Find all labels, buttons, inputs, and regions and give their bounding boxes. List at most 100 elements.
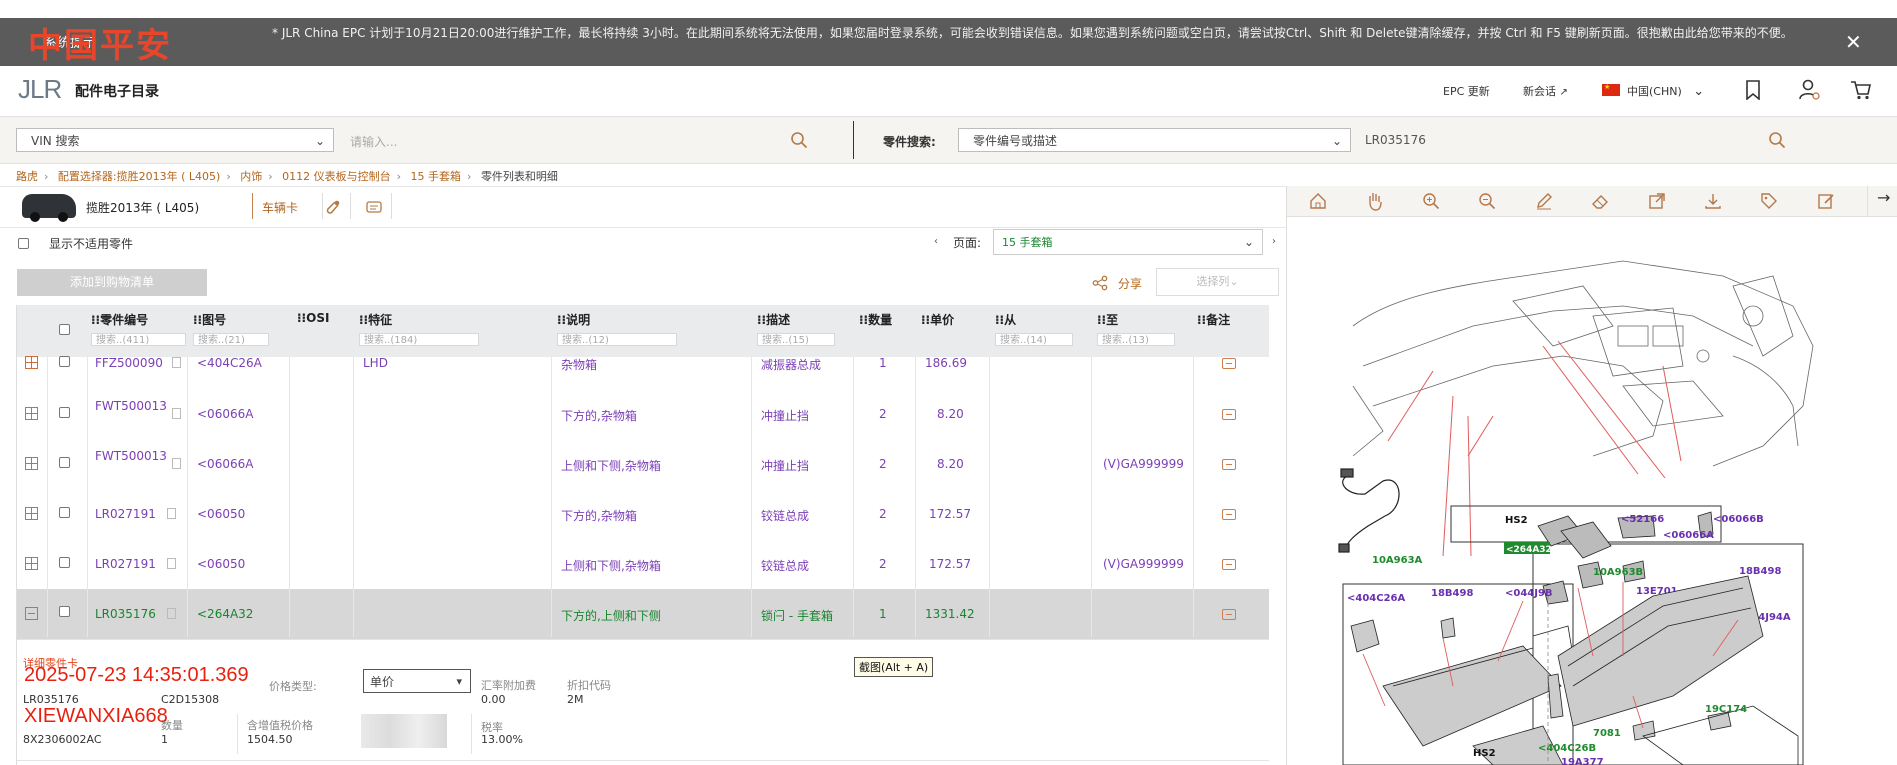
table-row[interactable]: FFZ500090 <404C26A LHD 杂物箱 减振器总成 1 186.6… — [17, 356, 1269, 390]
filter-remark[interactable]: 搜索..(12) — [557, 333, 677, 346]
expand-row-icon[interactable] — [25, 457, 38, 470]
filter-description[interactable]: 搜索..(15) — [757, 333, 835, 346]
cell-part-number[interactable]: FWT500013 — [95, 399, 167, 414]
copy-icon[interactable] — [167, 558, 176, 569]
open-external-icon[interactable] — [1648, 192, 1666, 210]
table-row-selected[interactable]: LR035176 <264A32 下方的,上侧和下侧 锁闩 - 手套箱 1 13… — [17, 589, 1269, 640]
eraser-icon[interactable] — [1591, 192, 1609, 210]
tag-icon[interactable] — [1760, 192, 1778, 210]
comment-icon[interactable] — [366, 201, 382, 215]
expand-row-icon[interactable] — [25, 356, 38, 369]
vin-input[interactable]: 请输入... — [350, 133, 397, 150]
part-search-icon[interactable] — [1768, 131, 1786, 149]
page-select[interactable]: 15 手套箱 ⌄ — [993, 229, 1263, 255]
filter-from[interactable]: 搜索..(14) — [995, 333, 1073, 346]
filter-to[interactable]: 搜索..(13) — [1097, 333, 1175, 346]
pencil-icon[interactable] — [1535, 192, 1553, 210]
note-icon[interactable] — [1222, 358, 1236, 369]
col-to[interactable]: ⁝⁝至 — [1097, 311, 1118, 328]
note-icon[interactable] — [1222, 559, 1236, 570]
hand-icon[interactable] — [1366, 191, 1384, 211]
vin-search-icon[interactable] — [790, 131, 808, 149]
next-page-icon[interactable]: › — [1272, 236, 1276, 247]
copy-icon[interactable] — [172, 357, 181, 368]
home-icon[interactable] — [1309, 192, 1327, 210]
zoom-in-icon[interactable] — [1422, 192, 1440, 210]
price-type-select[interactable]: 单价 ▾ — [363, 669, 471, 693]
cell-figure[interactable]: <06050 — [197, 507, 245, 521]
cell-figure[interactable]: <06066A — [197, 457, 253, 471]
col-quantity[interactable]: ⁝⁝数量 — [859, 311, 892, 328]
select-columns-button[interactable]: 选择列⌄ — [1156, 268, 1279, 296]
user-icon[interactable] — [1798, 79, 1820, 101]
row-checkbox[interactable] — [59, 356, 70, 367]
table-row[interactable]: FWT500013 <06066A 上侧和下侧,杂物箱 冲撞止挡 2 8.20 … — [17, 439, 1269, 490]
breadcrumb-item[interactable]: 内饰 — [240, 170, 262, 183]
collapse-row-icon[interactable] — [25, 607, 38, 620]
col-part-number[interactable]: ⁝⁝零件编号 — [91, 311, 148, 328]
zoom-out-icon[interactable] — [1478, 192, 1496, 210]
copy-icon[interactable] — [167, 608, 176, 619]
new-session-link[interactable]: 新会话 ↗ — [1523, 83, 1568, 99]
breadcrumb-item[interactable]: 15 手套箱 — [411, 170, 462, 183]
cell-part-number[interactable]: FWT500013 — [95, 449, 167, 464]
row-checkbox[interactable] — [59, 606, 70, 617]
row-checkbox[interactable] — [59, 507, 70, 518]
paperclip-icon[interactable] — [324, 199, 340, 215]
region-selector[interactable]: 中国(CHN) ⌄ — [1627, 83, 1704, 99]
close-icon[interactable]: ✕ — [1845, 30, 1862, 54]
note-icon[interactable] — [1222, 459, 1236, 470]
download-icon[interactable] — [1704, 192, 1722, 210]
copy-icon[interactable] — [167, 508, 176, 519]
col-note[interactable]: ⁝⁝备注 — [1197, 311, 1230, 328]
expand-row-icon[interactable] — [25, 407, 38, 420]
note-icon[interactable] — [1222, 609, 1236, 620]
row-checkbox[interactable] — [59, 457, 70, 468]
col-figure[interactable]: ⁝⁝图号 — [193, 311, 226, 328]
row-checkbox[interactable] — [59, 557, 70, 568]
bookmark-icon[interactable] — [1745, 80, 1761, 100]
cart-icon[interactable] — [1850, 80, 1872, 100]
col-feature[interactable]: ⁝⁝特征 — [359, 311, 392, 328]
table-row[interactable]: LR027191 <06050 下方的,杂物箱 铰链总成 2 172.57 — [17, 489, 1269, 540]
copy-icon[interactable] — [172, 458, 181, 469]
table-row[interactable]: LR027191 <06050 上侧和下侧,杂物箱 铰链总成 2 172.57 … — [17, 539, 1269, 590]
col-from[interactable]: ⁝⁝从 — [995, 311, 1016, 328]
cell-part-number[interactable]: FFZ500090 — [95, 356, 163, 370]
table-row[interactable]: FWT500013 <06066A 下方的,杂物箱 冲撞止挡 2 8.20 — [17, 389, 1269, 440]
filter-figure[interactable]: 搜索..(21) — [193, 333, 269, 346]
show-na-checkbox[interactable] — [18, 238, 29, 249]
breadcrumb-item[interactable]: 0112 仪表板与控制台 — [282, 170, 391, 183]
cell-figure[interactable]: <264A32 — [197, 607, 253, 621]
cell-figure[interactable]: <06050 — [197, 557, 245, 571]
vin-search-select[interactable]: VIN 搜索 ⌄ — [16, 128, 334, 152]
cell-part-number[interactable]: LR027191 — [95, 557, 156, 571]
part-search-input[interactable]: LR035176 — [1365, 133, 1426, 147]
parts-diagram[interactable]: 10A963A HS2 <264A32 <52166 <06066B <0606… — [1293, 216, 1873, 765]
share-link[interactable]: 分享 — [1118, 275, 1142, 292]
expand-row-icon[interactable] — [25, 507, 38, 520]
filter-part-number[interactable]: 搜索..(411) — [91, 333, 186, 346]
col-unit-price[interactable]: ⁝⁝单价 — [921, 311, 954, 328]
row-checkbox[interactable] — [59, 407, 70, 418]
note-icon[interactable] — [1222, 509, 1236, 520]
arrow-right-icon[interactable]: → — [1877, 188, 1890, 207]
cell-figure[interactable]: <06066A — [197, 407, 253, 421]
part-search-select[interactable]: 零件编号或描述 ⌄ — [958, 128, 1351, 152]
cell-part-number[interactable]: LR027191 — [95, 507, 156, 521]
expand-row-icon[interactable] — [25, 557, 38, 570]
vehicle-card-link[interactable]: 车辆卡 — [262, 199, 298, 216]
note-icon[interactable] — [1222, 409, 1236, 420]
col-description[interactable]: ⁝⁝描述 — [757, 311, 790, 328]
breadcrumb-item[interactable]: 配置选择器:揽胜2013年 ( L405) — [58, 170, 220, 183]
add-to-cart-button[interactable]: 添加到购物清单 — [17, 269, 207, 296]
copy-icon[interactable] — [172, 408, 181, 419]
prev-page-icon[interactable]: ‹ — [934, 236, 938, 247]
select-all-checkbox[interactable] — [59, 324, 70, 335]
cell-figure[interactable]: <404C26A — [197, 356, 262, 370]
cell-part-number[interactable]: LR035176 — [95, 607, 156, 621]
col-remark[interactable]: ⁝⁝说明 — [557, 311, 590, 328]
col-osi[interactable]: ⁝⁝OSI — [297, 311, 329, 325]
edit-icon[interactable] — [1817, 192, 1835, 210]
epc-update-link[interactable]: EPC 更新 — [1443, 83, 1490, 99]
